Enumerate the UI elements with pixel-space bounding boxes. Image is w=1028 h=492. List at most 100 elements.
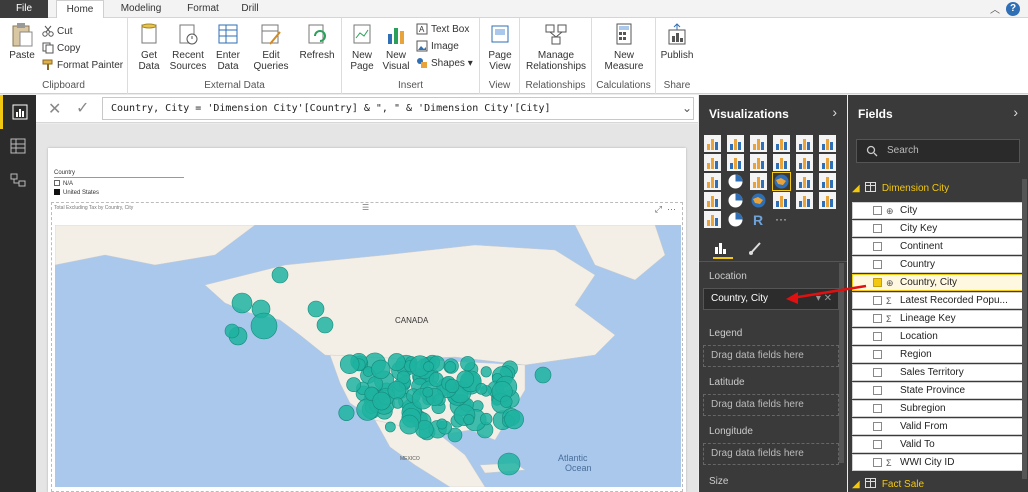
field-item[interactable]: Σ WWI City ID [852,454,1024,471]
enter-data-button[interactable]: Enter Data [212,22,244,72]
paste-button[interactable]: Paste [6,22,38,61]
map-bubble[interactable] [463,414,475,426]
slicer-item-united-states[interactable]: United States [54,189,194,198]
stacked-column-icon[interactable] [727,135,744,152]
cut-button[interactable]: Cut [42,24,73,40]
map-bubble[interactable] [445,378,460,394]
new-visual-button[interactable]: New Visual [380,22,412,72]
focus-mode-icon[interactable]: ⤢ [655,204,662,214]
field-item[interactable]: Region [852,346,1024,363]
map-bubble[interactable] [444,361,457,373]
fields-tab-icon[interactable] [713,241,733,259]
text-box-button[interactable]: A Text Box [416,22,469,38]
map-bubble[interactable] [224,323,240,339]
map-bubble[interactable] [500,395,513,408]
relationships-view-button[interactable] [0,163,36,197]
checked-checkbox-icon[interactable] [873,278,882,287]
map-bubble[interactable] [480,412,493,426]
map-visual[interactable]: Total Excluding Tax by Country, City ☰ ⤢… [51,202,683,492]
scatter-chart-icon[interactable] [704,173,721,190]
copy-button[interactable]: Copy [42,41,80,57]
format-painter-button[interactable]: Format Painter [42,58,123,74]
map-bubble[interactable] [480,366,492,378]
map-bubble[interactable] [456,370,475,389]
field-item[interactable]: ⊕ City [852,202,1024,219]
checkbox-icon[interactable] [873,440,882,449]
100-column-icon[interactable] [819,135,836,152]
map-bubble[interactable] [338,404,355,421]
field-item[interactable]: Σ Latest Recorded Popu... [852,292,1024,309]
tab-format[interactable]: Format [178,0,228,18]
gauge-icon[interactable] [727,192,744,209]
pie-chart-icon[interactable] [727,173,744,190]
checkbox-icon[interactable] [873,296,882,305]
field-item[interactable]: Σ Lineage Key [852,310,1024,327]
donut-icon[interactable] [727,211,744,228]
area-chart-icon[interactable] [727,154,744,171]
map-icon[interactable] [772,172,791,191]
more-visuals-icon[interactable]: ··· [773,211,790,228]
page-view-button[interactable]: Page View [482,22,518,72]
field-item[interactable]: Subregion [852,400,1024,417]
r-visual-icon[interactable]: R [750,211,767,228]
field-item[interactable]: City Key [852,220,1024,237]
map-bubble[interactable] [504,409,524,430]
stacked-area-icon[interactable] [750,154,767,171]
multi-row-card-icon[interactable] [796,192,813,209]
report-view-button[interactable] [0,95,36,129]
longitude-well[interactable]: Drag data fields here [703,443,839,465]
expand-formula-icon[interactable]: ⌄ [682,101,692,115]
collapse-pane-icon[interactable]: › [832,104,837,120]
checkbox-icon[interactable] [873,332,882,341]
map-bubble[interactable] [436,418,448,430]
legend-well[interactable]: Drag data fields here [703,345,839,367]
table-fact-sale[interactable]: ◢ Fact Sale [852,477,1024,492]
fields-search-input[interactable]: Search [856,139,1020,163]
map-bubble[interactable] [316,316,334,334]
checkbox-icon[interactable] [873,206,882,215]
field-item[interactable]: Location [852,328,1024,345]
country-slicer[interactable]: Country N/A United States [54,170,194,198]
map-bubble[interactable] [387,353,406,371]
map-bubble[interactable] [428,372,444,387]
slicer-icon[interactable] [704,211,721,228]
map-bubble[interactable] [385,421,396,433]
map-bubble[interactable] [231,292,253,314]
tab-drill[interactable]: Drill [232,0,268,18]
map-bubble[interactable] [423,361,434,372]
field-item[interactable]: Continent [852,238,1024,255]
checkbox-icon[interactable] [873,458,882,467]
collapse-fields-pane-icon[interactable]: › [1013,104,1018,120]
checkbox-icon[interactable] [54,189,60,195]
map-bubble[interactable] [271,266,289,284]
100-bar-icon[interactable] [796,135,813,152]
map-bubble[interactable] [534,366,552,384]
slicer-item-na[interactable]: N/A [54,180,194,189]
filled-map-icon[interactable] [750,192,767,209]
map-bubble[interactable] [497,452,521,476]
checkbox-icon[interactable] [873,386,882,395]
expand-table-icon[interactable]: ◢ [852,183,860,194]
tab-home[interactable]: Home [56,0,104,19]
map-bubble[interactable] [371,359,391,380]
new-measure-button[interactable]: New Measure [596,22,652,72]
checkbox-icon[interactable] [873,404,882,413]
format-paintbrush-icon[interactable] [747,241,767,259]
drag-handle-icon[interactable]: ☰ [362,203,369,212]
table-icon[interactable] [796,173,813,190]
commit-formula-icon[interactable]: ✓ [76,98,89,118]
map-bubble[interactable] [250,312,278,340]
viz-pane-scrollbar[interactable] [839,263,844,463]
location-well[interactable]: Country, City ▾ ✕ [703,288,839,310]
checkbox-icon[interactable] [873,242,882,251]
map-bubble[interactable] [372,391,391,411]
clustered-column-icon[interactable] [773,135,790,152]
refresh-button[interactable]: Refresh [298,22,336,61]
card-icon[interactable] [773,192,790,209]
stacked-bar-icon[interactable] [704,135,721,152]
map-bubble[interactable] [391,397,404,409]
tab-file[interactable]: File [0,0,48,18]
latitude-well[interactable]: Drag data fields here [703,394,839,416]
data-view-button[interactable] [0,129,36,163]
checkbox-icon[interactable] [873,422,882,431]
